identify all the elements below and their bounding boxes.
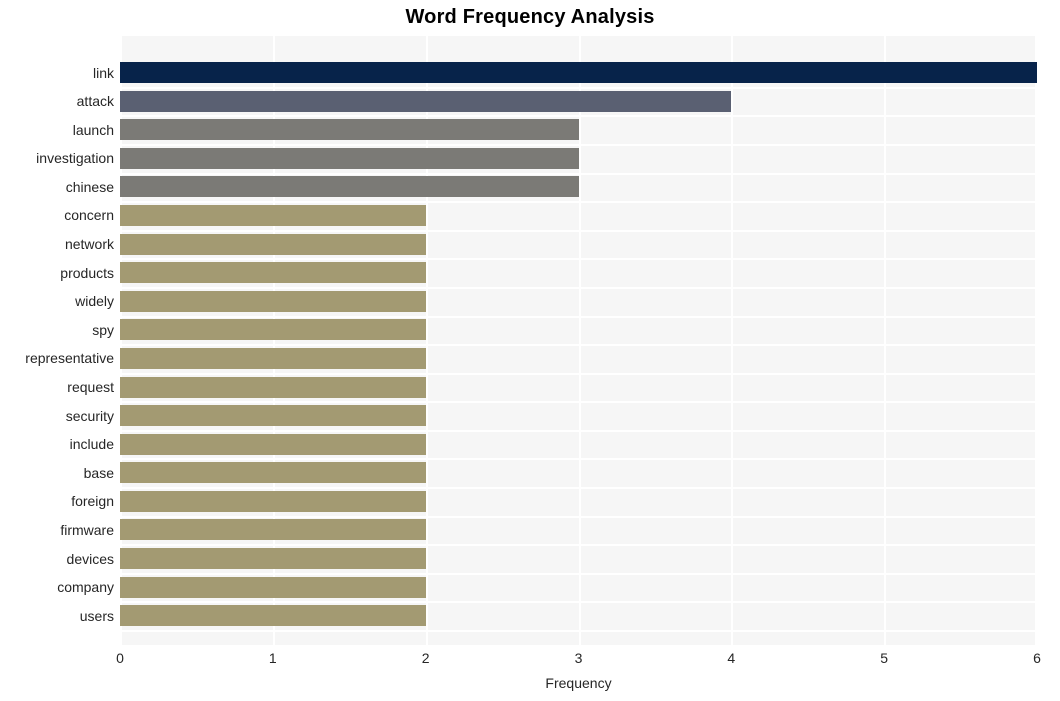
y-tick-label-company: company — [57, 579, 114, 595]
x-tick-label-2: 2 — [421, 650, 430, 666]
y-tick-label-chinese: chinese — [65, 179, 114, 195]
y-tick-label-attack: attack — [76, 93, 114, 109]
bar-firmware — [120, 519, 426, 540]
y-tick-label-spy: spy — [92, 322, 114, 338]
bar-attack — [120, 91, 731, 112]
y-tick-label-investigation: investigation — [36, 150, 114, 166]
bar-base — [120, 462, 426, 483]
bar-chinese — [120, 176, 579, 197]
x-tick-label-4: 4 — [727, 650, 736, 666]
page-title: Word Frequency Analysis — [405, 6, 655, 28]
bar-products — [120, 262, 426, 283]
bar-network — [120, 234, 426, 255]
bar-investigation — [120, 148, 579, 169]
bar-representative — [120, 348, 426, 369]
y-tick-label-concern: concern — [64, 207, 114, 223]
y-tick-label-foreign: foreign — [71, 493, 114, 509]
x-tick-label-0: 0 — [116, 650, 124, 666]
chart-page: Word Frequency Analysis link attack launch… — [0, 0, 1060, 701]
bar-users — [120, 605, 426, 626]
bar-devices — [120, 548, 426, 569]
bar-widely — [120, 291, 426, 312]
x-tick-label-6: 6 — [1033, 650, 1041, 666]
bar-foreign — [120, 491, 426, 512]
y-tick-label-network: network — [64, 236, 114, 252]
x-axis-title: Frequency — [545, 675, 612, 691]
bar-concern — [120, 205, 426, 226]
y-tick-label-launch: launch — [72, 122, 114, 138]
bar-security — [120, 405, 426, 426]
x-tick-label-1: 1 — [268, 650, 277, 666]
y-tick-label-include: include — [69, 436, 114, 452]
bar-request — [120, 377, 426, 398]
bar-launch — [120, 119, 579, 140]
x-tick-label-3: 3 — [574, 650, 583, 666]
y-tick-label-widely: widely — [75, 293, 114, 309]
y-tick-label-firmware: firmware — [60, 522, 114, 538]
y-tick-label-products: products — [60, 265, 114, 281]
x-axis-tick-labels: 0 1 2 3 4 5 6 — [0, 650, 1060, 672]
bar-company — [120, 577, 426, 598]
bar-include — [120, 434, 426, 455]
y-tick-label-base: base — [83, 465, 114, 481]
x-tick-label-5: 5 — [880, 650, 889, 666]
y-tick-label-users: users — [79, 608, 114, 624]
bar-spy — [120, 319, 426, 340]
y-tick-label-devices: devices — [66, 551, 114, 567]
y-axis-tick-labels: link attack launch investigation chinese conc… — [0, 36, 114, 645]
bar-link — [120, 62, 1037, 83]
bars-layer — [120, 36, 1037, 645]
y-tick-label-link: link — [92, 65, 114, 81]
y-tick-label-representative: representative — [25, 350, 114, 366]
y-tick-label-request: request — [67, 379, 114, 395]
y-tick-label-security: security — [65, 408, 114, 424]
